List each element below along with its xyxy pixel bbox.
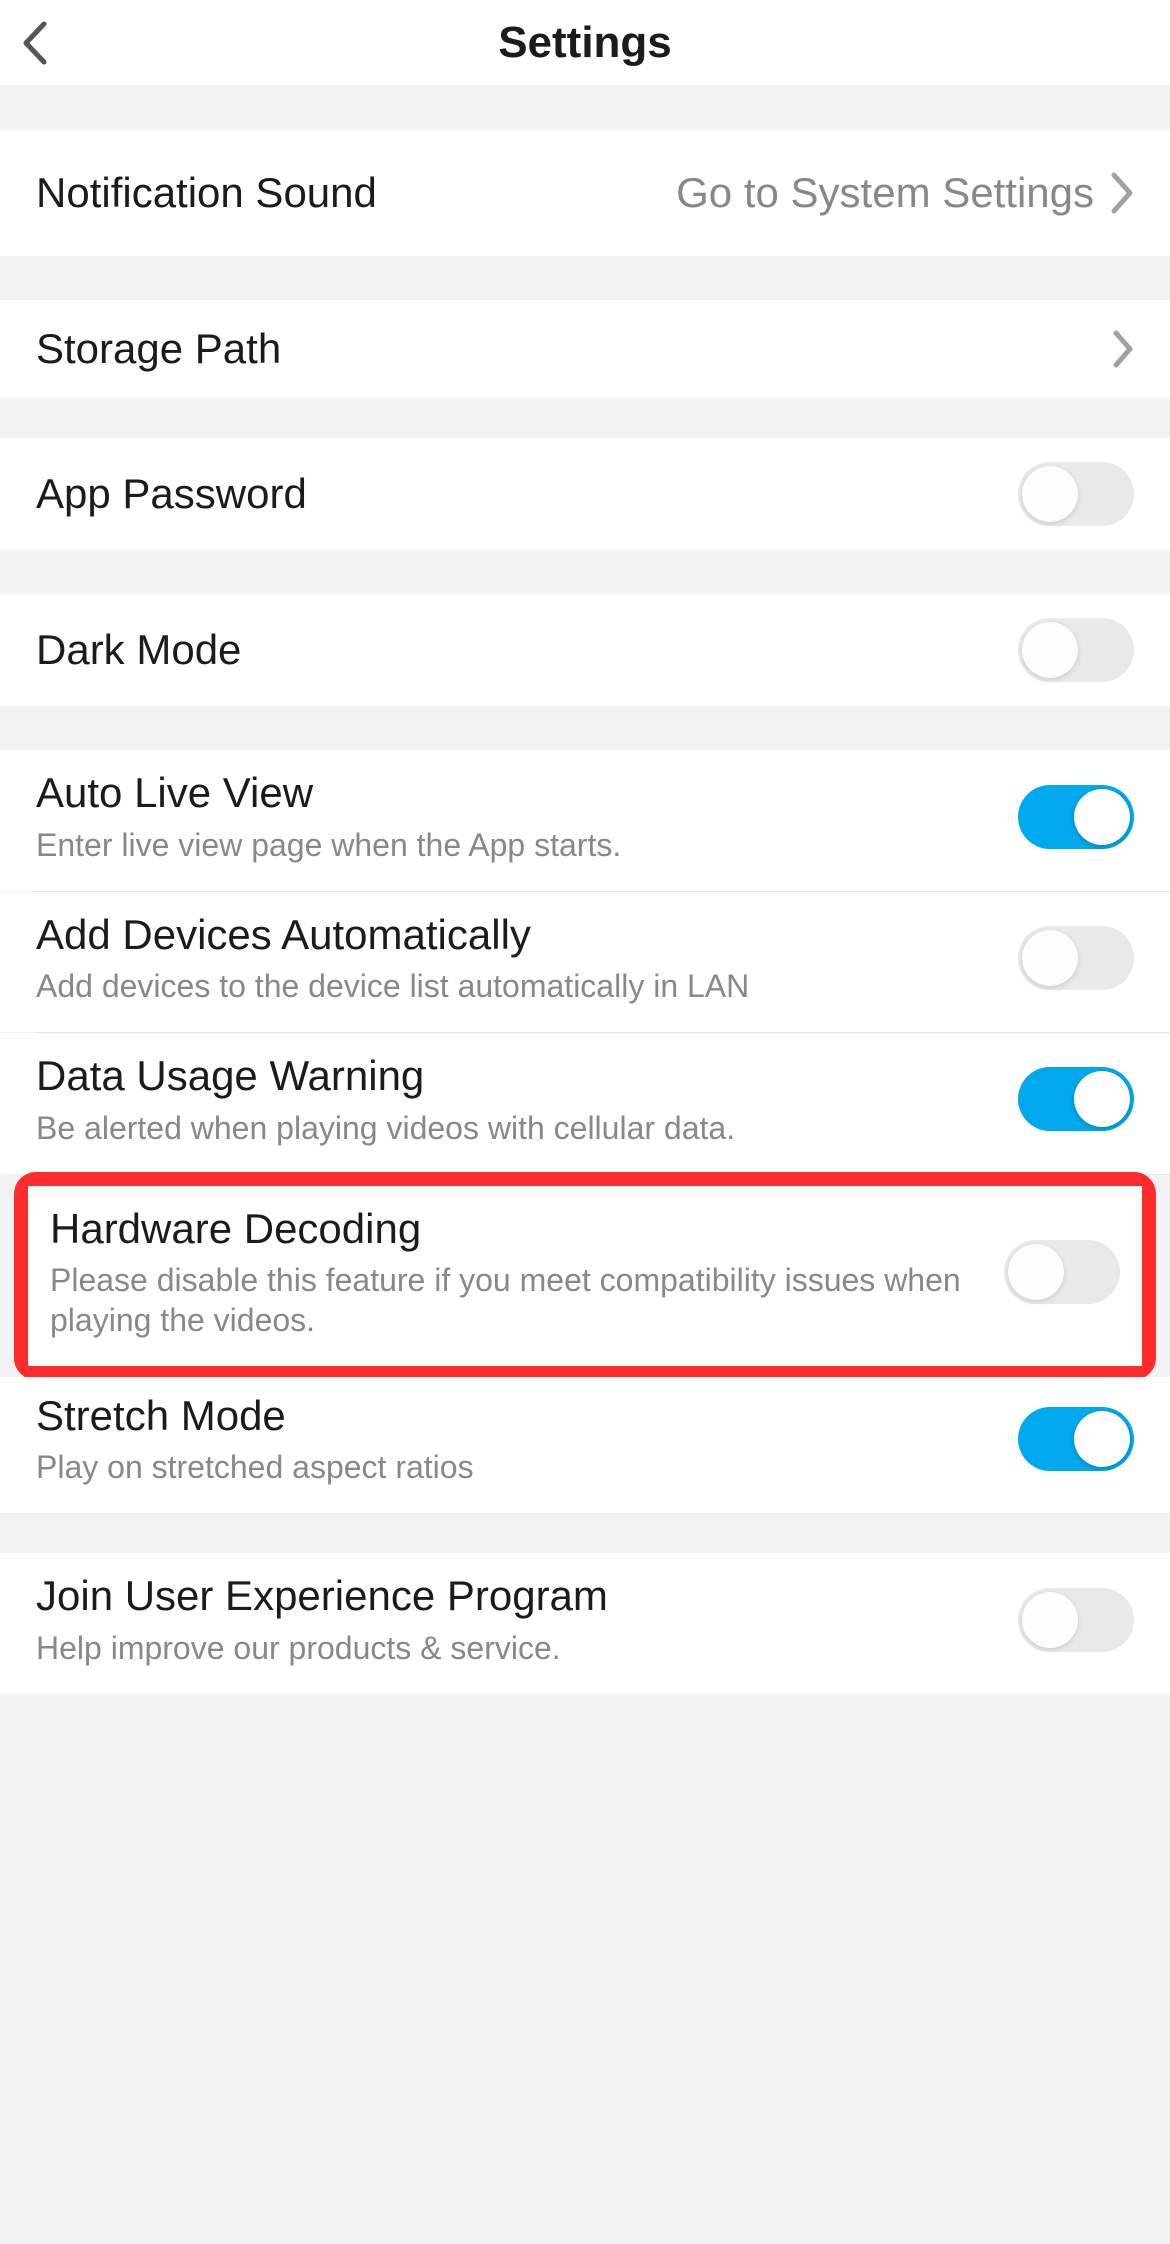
add-devices-toggle[interactable] xyxy=(1018,926,1134,990)
row-notification-sound[interactable]: Notification Sound Go to System Settings xyxy=(0,130,1170,256)
add-devices-sub: Add devices to the device list automatic… xyxy=(36,966,1000,1006)
hardware-decoding-toggle[interactable] xyxy=(1004,1240,1120,1304)
navbar: Settings xyxy=(0,0,1170,86)
chevron-left-icon xyxy=(20,20,48,66)
notification-sound-value: Go to System Settings xyxy=(676,169,1094,217)
hardware-decoding-label: Hardware Decoding xyxy=(50,1204,986,1254)
add-devices-label: Add Devices Automatically xyxy=(36,910,1000,960)
auto-live-view-toggle[interactable] xyxy=(1018,785,1134,849)
section-gap xyxy=(0,256,1170,300)
row-join-uep: Join User Experience Program Help improv… xyxy=(0,1553,1170,1693)
notification-sound-label: Notification Sound xyxy=(36,168,416,218)
section-gap xyxy=(0,550,1170,594)
stretch-mode-label: Stretch Mode xyxy=(36,1391,1000,1441)
dark-mode-label: Dark Mode xyxy=(36,625,1000,675)
chevron-right-icon xyxy=(1110,171,1134,215)
row-add-devices-automatically: Add Devices Automatically Add devices to… xyxy=(0,892,1170,1032)
join-uep-toggle[interactable] xyxy=(1018,1588,1134,1652)
hardware-decoding-sub: Please disable this feature if you meet … xyxy=(50,1260,986,1340)
storage-path-label: Storage Path xyxy=(36,324,1094,374)
join-uep-sub: Help improve our products & service. xyxy=(36,1628,1000,1668)
chevron-right-icon xyxy=(1112,329,1134,369)
join-uep-label: Join User Experience Program xyxy=(36,1571,1000,1621)
row-hardware-decoding: Hardware Decoding Please disable this fe… xyxy=(28,1186,1142,1366)
row-storage-path[interactable]: Storage Path xyxy=(0,300,1170,398)
row-auto-live-view: Auto Live View Enter live view page when… xyxy=(0,750,1170,890)
app-password-label: App Password xyxy=(36,469,1000,519)
row-app-password: App Password xyxy=(0,438,1170,550)
stretch-mode-toggle[interactable] xyxy=(1018,1407,1134,1471)
app-password-toggle[interactable] xyxy=(1018,462,1134,526)
section-gap xyxy=(0,706,1170,750)
section-gap xyxy=(0,398,1170,438)
section-gap xyxy=(0,1513,1170,1553)
data-usage-toggle[interactable] xyxy=(1018,1067,1134,1131)
row-dark-mode: Dark Mode xyxy=(0,594,1170,706)
row-stretch-mode: Stretch Mode Play on stretched aspect ra… xyxy=(0,1377,1170,1513)
section-gap xyxy=(0,86,1170,130)
data-usage-sub: Be alerted when playing videos with cell… xyxy=(36,1108,1000,1148)
stretch-mode-sub: Play on stretched aspect ratios xyxy=(36,1447,1000,1487)
auto-live-view-sub: Enter live view page when the App starts… xyxy=(36,825,1000,865)
page-title: Settings xyxy=(498,18,672,68)
row-data-usage-warning: Data Usage Warning Be alerted when playi… xyxy=(0,1033,1170,1173)
auto-live-view-label: Auto Live View xyxy=(36,768,1000,818)
dark-mode-toggle[interactable] xyxy=(1018,618,1134,682)
back-button[interactable] xyxy=(20,0,80,85)
data-usage-label: Data Usage Warning xyxy=(36,1051,1000,1101)
highlight-hardware-decoding: Hardware Decoding Please disable this fe… xyxy=(14,1172,1156,1380)
